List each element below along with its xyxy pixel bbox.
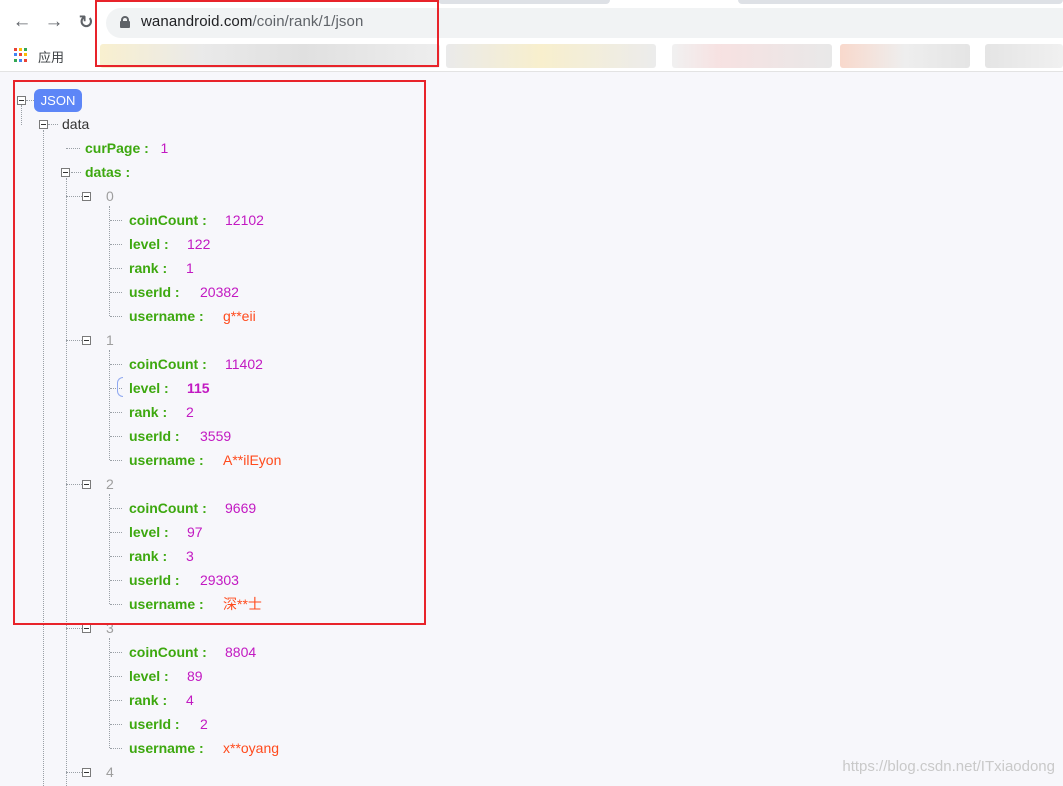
url-highlight-box — [95, 0, 439, 67]
field-row-userid[interactable]: userId : 2 — [129, 715, 208, 733]
collapse-toggle[interactable] — [82, 768, 91, 777]
field-row-coincount[interactable]: coinCount : 8804 — [129, 643, 256, 661]
blurred-bookmarks[interactable] — [840, 44, 970, 68]
tree-line — [110, 700, 122, 701]
blurred-bookmarks[interactable] — [446, 44, 656, 68]
tree-line — [109, 638, 110, 748]
arrow-left-icon: ← — [12, 11, 32, 32]
background-tab[interactable] — [738, 0, 1063, 4]
field-key-userid: userId : — [129, 716, 180, 732]
tree-line — [110, 652, 122, 653]
field-key-rank: rank : — [129, 692, 168, 708]
apps-grid-icon[interactable] — [14, 48, 28, 62]
blurred-bookmarks[interactable] — [672, 44, 832, 68]
item-index[interactable]: 4 — [106, 763, 114, 781]
back-button[interactable]: ← — [10, 10, 34, 34]
field-value-username: x**oyang — [223, 740, 280, 756]
field-row-rank[interactable]: rank : 4 — [129, 691, 194, 709]
field-value-rank: 4 — [186, 692, 194, 708]
reload-icon: ↻ — [78, 12, 94, 32]
tree-line — [110, 724, 122, 725]
forward-button[interactable]: → — [42, 10, 66, 34]
field-key-coincount: coinCount : — [129, 644, 207, 660]
json-highlight-box — [13, 80, 426, 625]
field-key-username: username : — [129, 740, 204, 756]
tree-line — [66, 772, 82, 773]
tree-line — [110, 676, 122, 677]
field-key-level: level : — [129, 668, 169, 684]
tree-line — [66, 628, 82, 629]
field-value-level: 89 — [187, 668, 203, 684]
background-tab[interactable] — [438, 0, 610, 4]
field-value-coincount: 8804 — [225, 644, 257, 660]
field-row-level[interactable]: level : 89 — [129, 667, 203, 685]
watermark: https://blog.csdn.net/ITxiaodong — [842, 758, 1055, 775]
tree-line — [110, 748, 122, 749]
field-value-userid: 2 — [200, 716, 208, 732]
field-row-username[interactable]: username : x**oyang — [129, 739, 279, 757]
apps-bookmark-label[interactable]: 应用 — [38, 47, 64, 66]
collapse-toggle[interactable] — [82, 624, 91, 633]
arrow-right-icon: → — [44, 11, 64, 32]
blurred-bookmarks[interactable] — [985, 44, 1063, 68]
